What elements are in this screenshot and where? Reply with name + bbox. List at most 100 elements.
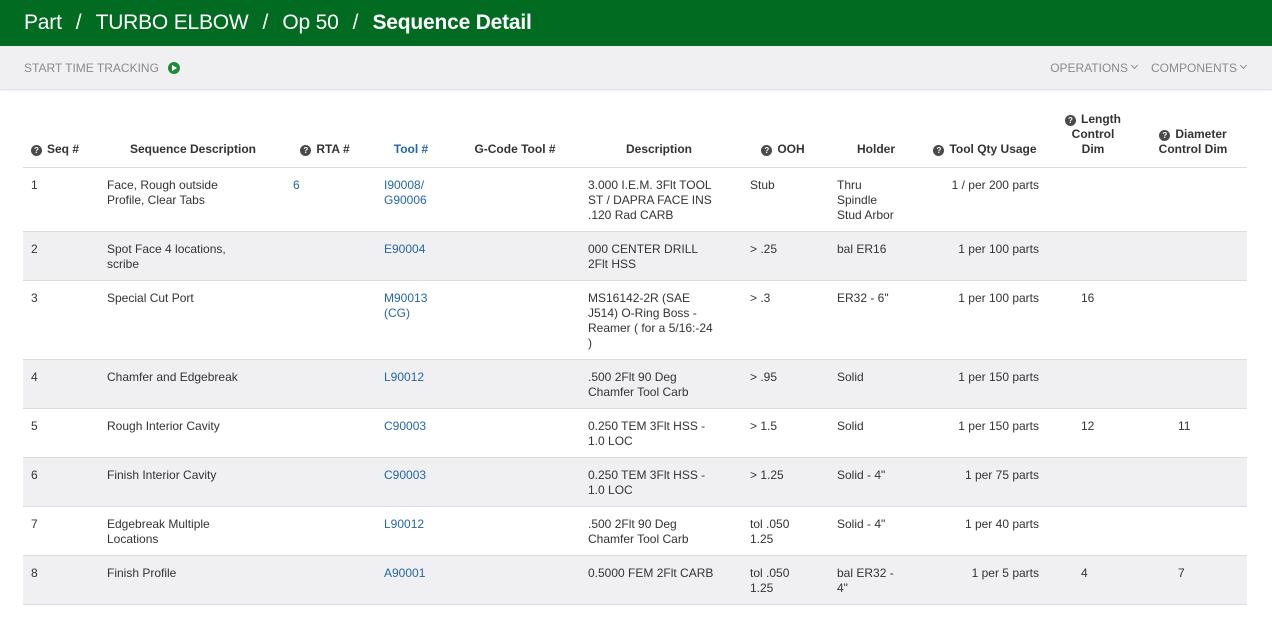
cell-holder: Solid - 4" <box>827 506 925 556</box>
cell-seq: 5 <box>23 408 107 458</box>
column-header-holder[interactable]: Holder <box>827 112 925 168</box>
breadcrumb-separator: / <box>352 11 359 34</box>
help-icon[interactable]: ? <box>933 145 945 156</box>
cell-tool[interactable]: C90003 <box>371 408 451 458</box>
cell-tool[interactable]: L90012 <box>371 506 451 556</box>
cell-length-control-dim <box>1045 359 1141 409</box>
cell-sequence-description: Rough Interior Cavity <box>107 408 279 458</box>
breadcrumb-separator: / <box>262 11 269 34</box>
cell-diameter-control-dim <box>1141 231 1247 281</box>
cell-gcode-tool <box>451 506 579 556</box>
cell-ooh: > 1.25 <box>739 457 827 507</box>
cell-tool-qty-usage: 1 per 150 parts <box>925 408 1045 458</box>
column-header-gcode-tool[interactable]: G-Code Tool # <box>451 112 579 168</box>
column-header-diameter-control-dim[interactable]: ? Diameter Control Dim <box>1141 112 1247 168</box>
help-icon[interactable]: ? <box>1065 115 1076 126</box>
table-row[interactable]: 1 Face, Rough outside Profile, Clear Tab… <box>23 167 1247 232</box>
cell-rta[interactable] <box>279 408 371 458</box>
cell-length-control-dim: 12 <box>1045 408 1141 458</box>
cell-holder: Solid <box>827 359 925 409</box>
column-header-rta[interactable]: ? RTA # <box>279 112 371 168</box>
column-header-ooh[interactable]: ? OOH <box>739 112 827 168</box>
column-header-tool-qty-usage[interactable]: ? Tool Qty Usage <box>925 112 1045 168</box>
cell-ooh: tol .050 1.25 <box>739 555 827 605</box>
cell-diameter-control-dim <box>1141 359 1247 409</box>
play-icon <box>167 61 180 74</box>
cell-ooh: > .95 <box>739 359 827 409</box>
cell-tool-qty-usage: 1 per 150 parts <box>925 359 1045 409</box>
cell-description: .500 2Flt 90 Deg Chamfer Tool Carb <box>579 506 739 556</box>
cell-rta[interactable] <box>279 506 371 556</box>
help-icon[interactable]: ? <box>761 145 773 156</box>
table-row[interactable]: 7 Edgebreak Multiple Locations L90012 .5… <box>23 506 1247 556</box>
chevron-down-icon <box>1239 61 1248 70</box>
cell-sequence-description: Spot Face 4 locations, scribe <box>107 231 279 281</box>
column-header-seq[interactable]: ? Seq # <box>23 112 107 168</box>
column-header-tool[interactable]: Tool # <box>371 112 451 168</box>
cell-seq: 6 <box>23 457 107 507</box>
table-row[interactable]: 5 Rough Interior Cavity C90003 0.250 TEM… <box>23 408 1247 458</box>
cell-gcode-tool <box>451 359 579 409</box>
sequence-table: ? Seq # Sequence Description ? RTA # Tool … <box>23 112 1247 605</box>
cell-sequence-description: Finish Profile <box>107 555 279 605</box>
cell-seq: 4 <box>23 359 107 409</box>
components-label: COMPONENTS <box>1150 60 1237 75</box>
cell-description: 0.250 TEM 3Flt HSS - 1.0 LOC <box>579 408 739 458</box>
cell-tool[interactable]: A90001 <box>371 555 451 605</box>
cell-seq: 3 <box>23 280 107 360</box>
table-row[interactable]: 6 Finish Interior Cavity C90003 0.250 TE… <box>23 457 1247 507</box>
cell-gcode-tool <box>451 457 579 507</box>
cell-tool[interactable]: L90012 <box>371 359 451 409</box>
cell-rta[interactable] <box>279 359 371 409</box>
table-row[interactable]: 4 Chamfer and Edgebreak L90012 .500 2Flt… <box>23 359 1247 409</box>
chevron-down-icon <box>1130 61 1139 70</box>
cell-seq: 1 <box>23 167 107 232</box>
components-menu[interactable]: COMPONENTS <box>1150 60 1248 75</box>
table-row[interactable]: 3 Special Cut Port M90013 (CG) MS16142-2… <box>23 280 1247 360</box>
cell-ooh: > 1.5 <box>739 408 827 458</box>
cell-holder: Thru Spindle Stud Arbor <box>827 167 925 232</box>
table-header-row: ? Seq # Sequence Description ? RTA # Tool … <box>23 112 1247 168</box>
operations-menu[interactable]: OPERATIONS <box>1050 60 1139 75</box>
start-time-tracking-label: START TIME TRACKING <box>24 60 159 75</box>
column-header-description[interactable]: Description <box>579 112 739 168</box>
cell-description: .500 2Flt 90 Deg Chamfer Tool Carb <box>579 359 739 409</box>
cell-tool[interactable]: E90004 <box>371 231 451 281</box>
cell-sequence-description: Finish Interior Cavity <box>107 457 279 507</box>
breadcrumb-operation[interactable]: Op 50 <box>282 11 338 35</box>
table-row[interactable]: 2 Spot Face 4 locations, scribe E90004 0… <box>23 231 1247 281</box>
breadcrumb-part-name[interactable]: TURBO ELBOW <box>96 11 249 35</box>
header-bar: Part / TURBO ELBOW / Op 50 / Sequence De… <box>0 0 1272 46</box>
breadcrumb-part[interactable]: Part <box>24 11 62 35</box>
start-time-tracking-button[interactable]: START TIME TRACKING <box>24 61 180 75</box>
column-header-length-control-dim[interactable]: ? Length Control Dim <box>1045 112 1141 168</box>
column-header-sequence-description[interactable]: Sequence Description <box>107 112 279 168</box>
cell-tool[interactable]: C90003 <box>371 457 451 507</box>
cell-diameter-control-dim: 11 <box>1141 408 1247 458</box>
toolbar: START TIME TRACKING OPERATIONS COMPONENT… <box>0 46 1272 90</box>
cell-ooh: > .3 <box>739 280 827 360</box>
cell-rta[interactable]: 6 <box>279 167 371 232</box>
cell-length-control-dim: 16 <box>1045 280 1141 360</box>
cell-gcode-tool <box>451 167 579 232</box>
cell-rta[interactable] <box>279 231 371 281</box>
cell-diameter-control-dim <box>1141 457 1247 507</box>
cell-rta[interactable] <box>279 457 371 507</box>
cell-tool-qty-usage: 1 per 75 parts <box>925 457 1045 507</box>
cell-length-control-dim: 4 <box>1045 555 1141 605</box>
cell-rta[interactable] <box>279 555 371 605</box>
cell-tool[interactable]: I90008/ G90006 <box>371 167 451 232</box>
cell-description: 0.250 TEM 3Flt HSS - 1.0 LOC <box>579 457 739 507</box>
help-icon[interactable]: ? <box>31 145 42 156</box>
cell-holder: bal ER32 - 4" <box>827 555 925 605</box>
cell-tool[interactable]: M90013 (CG) <box>371 280 451 360</box>
cell-rta[interactable] <box>279 280 371 360</box>
operations-label: OPERATIONS <box>1050 60 1128 75</box>
help-icon[interactable]: ? <box>1159 130 1171 141</box>
cell-description: 3.000 I.E.M. 3Flt TOOL ST / DAPRA FACE I… <box>579 167 739 232</box>
cell-sequence-description: Special Cut Port <box>107 280 279 360</box>
help-icon[interactable]: ? <box>300 145 312 156</box>
cell-gcode-tool <box>451 231 579 281</box>
cell-seq: 8 <box>23 555 107 605</box>
table-row[interactable]: 8 Finish Profile A90001 0.5000 FEM 2Flt … <box>23 555 1247 605</box>
